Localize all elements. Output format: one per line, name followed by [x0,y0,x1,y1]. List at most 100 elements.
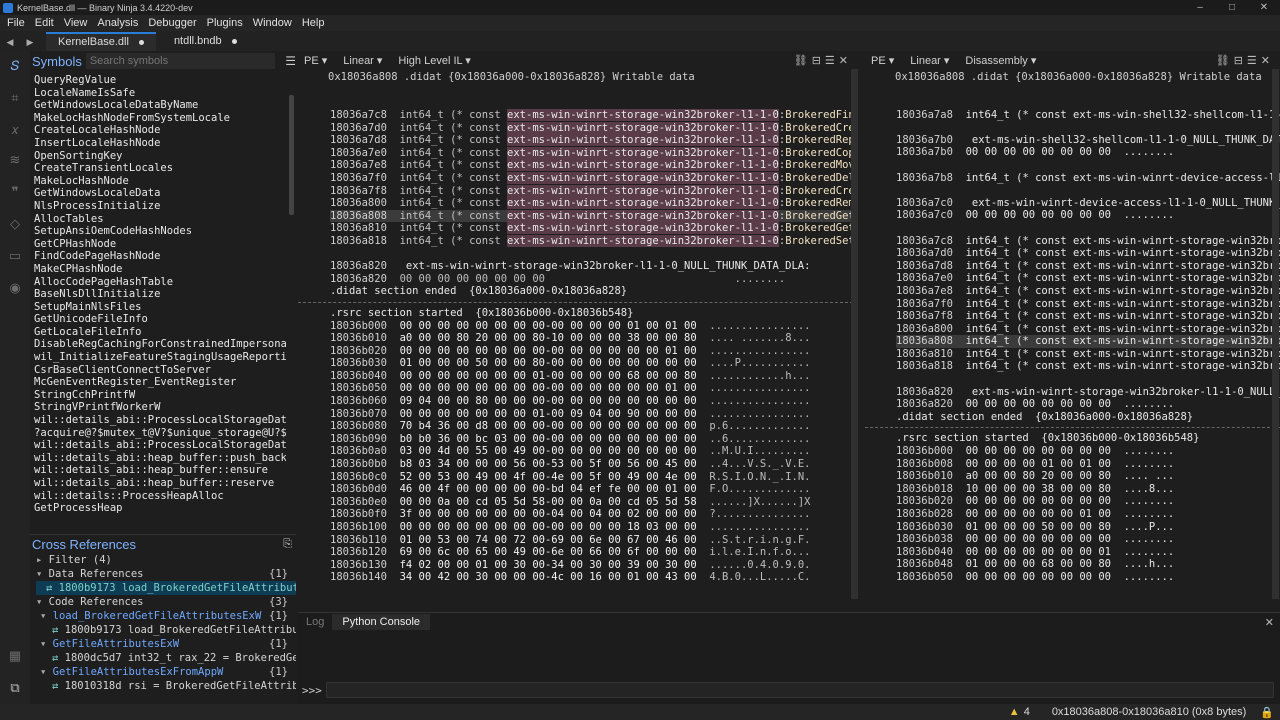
layout-icon[interactable]: ▦ [6,647,24,665]
listing-row[interactable]: 18036b028 00 00 00 00 00 00 01 00 ......… [896,508,1280,521]
symbol-item[interactable]: SetupAnsiOemCodeHashNodes [34,225,286,238]
menu-analysis[interactable]: Analysis [97,17,138,29]
import-row[interactable]: 18036a7d0 int64_t (* const ext-ms-win-wi… [330,121,858,135]
listing-text-row[interactable] [896,121,1280,134]
listing-row[interactable]: 18036b050 00 00 00 00 00 00 00 00 ......… [896,571,1280,584]
listing-row[interactable]: 18036a820 ext-ms-win-winrt-storage-win32… [896,386,1280,399]
listing-row[interactable]: 18036a7e8 int64_t (* const ext-ms-win-wi… [896,285,1280,298]
layout-dropdown[interactable]: Linear ▾ [343,54,382,67]
lock-icon[interactable]: 🔒 [1260,706,1274,719]
hex-row[interactable]: 18036b030 01 00 00 00 50 00 00 80-00 00 … [330,357,858,370]
symbol-item[interactable]: MakeCPHashNode [34,263,286,276]
listing-row[interactable]: 18036a7b0 ext-ms-win-shell32-shellcom-l1… [896,134,1280,147]
back-arrow-icon[interactable]: ◀ [0,33,20,51]
menu-file[interactable]: File [7,17,25,29]
import-row[interactable]: 18036a7c8 int64_t (* const ext-ms-win-wi… [330,109,858,122]
xref-group-0[interactable]: ▾ load_BrokeredGetFileAttributesExW {1} [36,609,296,623]
symbol-item[interactable]: CsrBaseClientConnectToServer [34,364,286,377]
hex-row[interactable]: 18036b0d0 46 00 4f 00 00 00 00 00-bd 04 … [330,483,858,496]
import-row[interactable]: 18036a808 int64_t (* const ext-ms-win-wi… [330,209,858,223]
listing-text-row[interactable] [896,96,1280,109]
listing-row[interactable]: 18036b040 00 00 00 00 00 00 00 01 ......… [896,546,1280,559]
hex-row[interactable]: 18036b060 09 04 00 00 80 00 00 00-00 00 … [330,395,858,408]
thunk-label-line[interactable]: 18036a820 ext-ms-win-winrt-storage-win32… [330,260,858,273]
import-row[interactable]: 18036a7e8 int64_t (* const ext-ms-win-wi… [330,159,858,172]
listing-row[interactable]: 18036a7a8 int64_t (* const ext-ms-win-sh… [896,109,1280,122]
il-dropdown[interactable]: High Level IL ▾ [398,54,470,67]
import-row[interactable]: 18036a818 int64_t (* const ext-ms-win-wi… [330,234,858,248]
hex-row[interactable]: 18036b100 00 00 00 00 00 00 00 00-00 00 … [330,521,858,534]
hex-row[interactable]: 18036b110 01 00 53 00 74 00 72 00-69 00 … [330,534,858,547]
import-row[interactable]: 18036a810 int64_t (* const ext-ms-win-wi… [330,222,858,235]
symbol-item[interactable]: GetWindowsLocaleData [34,187,286,200]
symbol-item[interactable]: GetProcessHeap [34,502,286,515]
tab-python-console[interactable]: Python Console [332,614,431,630]
listing-row[interactable]: 18036a800 int64_t (* const ext-ms-win-wi… [896,323,1280,336]
symbol-item[interactable]: CreateLocaleHashNode [34,124,286,137]
import-row[interactable]: 18036a7e0 int64_t (* const ext-ms-win-wi… [330,146,858,160]
symbols-scrollbar[interactable] [289,95,294,215]
layout-dropdown[interactable]: Linear ▾ [910,54,949,67]
symbol-item[interactable]: GetLocaleFileInfo [34,326,286,339]
menu-edit[interactable]: Edit [35,17,54,29]
link-icon[interactable]: ⛓ [1216,55,1234,67]
plugin-icon[interactable]: ◉ [6,279,24,297]
hex-row[interactable]: 18036b080 70 b4 36 00 d8 00 00 00-00 00 … [330,420,858,433]
symbols-icon[interactable]: 𝑆 [6,57,24,75]
data-ref-item[interactable]: ⇄ 1800b9173 load_BrokeredGetFileAttribut [36,581,296,595]
listing-text-row[interactable] [896,184,1280,197]
symbol-item[interactable]: wil::details_abi::ProcessLocalStorageDat… [34,414,286,427]
listing-text-row[interactable] [896,373,1280,386]
symbol-item[interactable]: wil_InitializeFeatureStagingUsageReporti… [34,351,286,364]
center-scrollbar[interactable] [851,69,858,599]
listing-row[interactable]: 18036a7d8 int64_t (* const ext-ms-win-wi… [896,260,1280,273]
symbol-item[interactable]: MakeLocHashNodeFromSystemLocale [34,112,286,125]
listing-row[interactable]: 18036a7c0 00 00 00 00 00 00 00 00 ......… [896,209,1280,222]
close-window-button[interactable]: ✕ [1248,0,1280,15]
variables-icon[interactable]: 𝑥 [6,121,24,139]
xref-entry-0[interactable]: ⇄ 1800b9173 load_BrokeredGetFileAttribu [36,623,296,637]
right-scrollbar[interactable] [1272,69,1279,599]
symbol-item[interactable]: GetUnicodeFileInfo [34,313,286,326]
hex-row[interactable]: 18036b090 b0 b0 36 00 bc 03 00 00-00 00 … [330,433,858,446]
listing-text-row[interactable]: .rsrc section started {0x18036b000-0x180… [896,432,1280,445]
tab-kernelbase[interactable]: KernelBase.dll [46,32,156,51]
symbol-item[interactable]: MakeLocHashNode [34,175,286,188]
xref-group-2[interactable]: ▾ GetFileAttributesExFromAppW {1} [36,665,296,679]
strings-icon[interactable]: ❞ [6,183,24,201]
close-pane-icon[interactable]: ✕ [1261,55,1274,67]
listing-row[interactable]: 18036b010 a0 00 00 80 20 00 00 80 .... .… [896,470,1280,483]
import-row[interactable]: 18036a7d8 int64_t (* const ext-ms-win-wi… [330,134,858,147]
pin-icon[interactable]: ⎘ [283,538,292,551]
hex-row[interactable]: 18036b040 00 00 00 00 00 00 00 01-00 00 … [330,370,858,383]
hamburger-menu-icon[interactable]: ☰ [285,54,296,68]
listing-row[interactable]: 18036b018 10 00 00 00 38 00 00 80 ....8.… [896,483,1280,496]
listing-row[interactable]: 18036b030 01 00 00 00 50 00 00 80 ....P.… [896,521,1280,534]
import-row[interactable]: 18036a800 int64_t (* const ext-ms-win-wi… [330,197,858,210]
maximize-button[interactable]: □ [1216,0,1248,15]
forward-arrow-icon[interactable]: ▶ [20,33,40,51]
minimize-button[interactable]: – [1184,0,1216,15]
tags-icon[interactable]: ◇ [6,215,24,233]
listing-row[interactable]: 18036a820 00 00 00 00 00 00 00 00 ......… [896,398,1280,411]
il-dropdown[interactable]: Disassembly ▾ [965,54,1036,67]
menu-help[interactable]: Help [302,17,325,29]
hex-row[interactable]: 18036b130 f4 02 00 00 01 00 30 00-34 00 … [330,559,858,572]
data-references-group[interactable]: ▾ Data References {1} [36,567,296,581]
symbols-search-input[interactable] [85,53,276,69]
code-references-group[interactable]: ▾ Code References {3} [36,595,296,609]
menu-window[interactable]: Window [253,17,292,29]
view-type-dropdown[interactable]: PE ▾ [871,54,894,67]
symbol-item[interactable]: BaseNlsDllInitialize [34,288,286,301]
symbol-item[interactable]: QueryRegValue [34,74,286,87]
xref-entry-2[interactable]: ⇄ 18010318d rsi = BrokeredGetFileAttrib [36,679,296,693]
symbol-item[interactable]: NlsProcessInitialize [34,200,286,213]
listing-row[interactable]: 18036a7b8 int64_t (* const ext-ms-win-wi… [896,172,1280,185]
hex-row[interactable]: 18036b120 69 00 6c 00 65 00 49 00-6e 00 … [330,546,858,559]
listing-row[interactable]: 18036a7e0 int64_t (* const ext-ms-win-wi… [896,272,1280,285]
hex-row[interactable]: 18036b0f0 3f 00 00 00 00 00 00 00-04 00 … [330,508,858,521]
symbol-item[interactable]: OpenSortingKey [34,150,286,163]
symbol-item[interactable]: McGenEventRegister_EventRegister [34,376,286,389]
symbol-item[interactable]: FindCodePageHashNode [34,250,286,263]
tab-ntdll[interactable]: ntdll.bndb [162,32,249,51]
